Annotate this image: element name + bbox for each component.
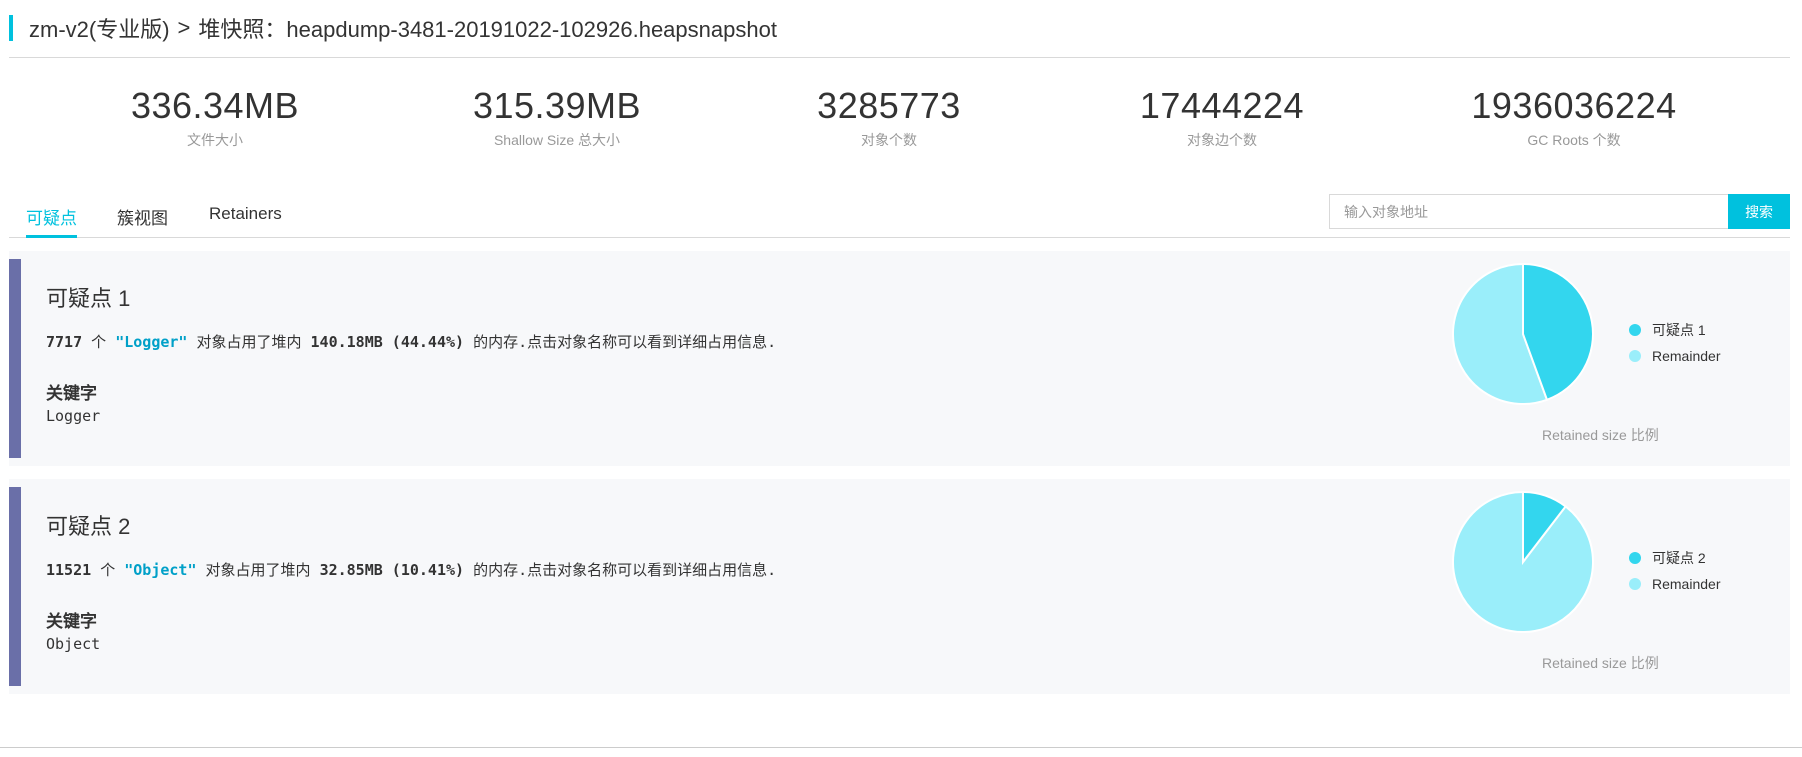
object-count: 11521 [46, 561, 92, 579]
retained-size-pie-chart [1452, 263, 1594, 405]
stat-value: 336.34MB [130, 85, 300, 126]
tab-cluster-view[interactable]: 簇视图 [117, 204, 168, 239]
suspect-description: 11521 个 "Object" 对象占用了堆内 32.85MB (10.41%… [46, 559, 776, 580]
tab-retainers[interactable]: Retainers [209, 204, 282, 234]
stat-shallow-size: 315.39MB Shallow Size 总大小 [417, 84, 697, 150]
retained-size-pie-chart [1452, 491, 1594, 633]
pie-legend: 可疑点 2 Remainder [1629, 545, 1720, 597]
description-suffix: 的内存.点击对象名称可以看到详细占用信息. [473, 561, 777, 579]
object-count: 7717 [46, 333, 83, 351]
breadcrumb-accent-bar [9, 15, 13, 41]
suspect-description: 7717 个 "Logger" 对象占用了堆内 140.18MB (44.44%… [46, 331, 776, 352]
keyword-heading: 关键字 [46, 384, 97, 403]
stat-file-size: 336.34MB 文件大小 [75, 84, 355, 150]
stat-object-count: 3285773 对象个数 [749, 84, 1029, 150]
pie-caption: Retained size 比例 [1542, 427, 1659, 443]
stat-value: 17444224 [1139, 85, 1305, 126]
breadcrumb: zm-v2(专业版) > 堆快照：heapdump-3481-20191022-… [9, 13, 777, 43]
retained-size: 32.85MB (10.41%) [319, 561, 465, 579]
keyword-value: Object [46, 635, 101, 653]
keyword-value: Logger [46, 407, 101, 425]
stat-label: Shallow Size 总大小 [493, 132, 621, 148]
legend-dot [1629, 552, 1641, 564]
legend-dot [1629, 578, 1641, 590]
card-accent-bar [9, 487, 21, 686]
stat-value: 1936036224 [1471, 85, 1677, 126]
footer-divider [0, 747, 1802, 748]
suspect-title: 可疑点 1 [46, 286, 131, 311]
legend-label: 可疑点 1 [1652, 322, 1706, 338]
suspect-card-2: 可疑点 2 11521 个 "Object" 对象占用了堆内 32.85MB (… [9, 479, 1790, 694]
keyword-heading: 关键字 [46, 612, 97, 631]
description-middle: 对象占用了堆内 [196, 333, 302, 351]
search-button[interactable]: 搜索 [1728, 194, 1790, 229]
legend-dot [1629, 350, 1641, 362]
summary-stats: 336.34MB 文件大小 315.39MB Shallow Size 总大小 … [9, 84, 1790, 164]
suspect-title: 可疑点 2 [46, 514, 131, 539]
pie-caption: Retained size 比例 [1542, 655, 1659, 671]
legend-item-remainder: Remainder [1629, 571, 1720, 597]
stat-label: 文件大小 [187, 132, 243, 148]
legend-item-remainder: Remainder [1629, 343, 1720, 369]
breadcrumb-separator: > [177, 15, 191, 40]
stat-label: GC Roots 个数 [1527, 132, 1621, 148]
legend-dot [1629, 324, 1641, 336]
object-address-search: 搜索 [1329, 194, 1790, 229]
stat-value: 315.39MB [472, 85, 642, 126]
description-middle: 对象占用了堆内 [205, 561, 311, 579]
legend-item-suspect: 可疑点 1 [1629, 317, 1720, 343]
object-address-input[interactable] [1329, 194, 1729, 229]
suspect-card-1: 可疑点 1 7717 个 "Logger" 对象占用了堆内 140.18MB (… [9, 251, 1790, 466]
card-accent-bar [9, 259, 21, 458]
tab-suspects[interactable]: 可疑点 [26, 204, 77, 238]
breadcrumb-app-link[interactable]: zm-v2(专业版) [29, 12, 170, 44]
legend-label: Remainder [1652, 348, 1721, 364]
count-unit: 个 [100, 561, 116, 579]
header-divider [9, 57, 1790, 58]
stat-edge-count: 17444224 对象边个数 [1082, 84, 1362, 150]
pie-legend: 可疑点 1 Remainder [1629, 317, 1720, 369]
page-title: 堆快照：heapdump-3481-20191022-102926.heapsn… [198, 17, 777, 42]
stat-gc-roots: 1936036224 GC Roots 个数 [1434, 84, 1714, 150]
legend-label: Remainder [1652, 576, 1721, 592]
stat-value: 3285773 [817, 85, 961, 126]
class-name-link[interactable]: "Object" [124, 561, 196, 579]
retained-size: 140.18MB (44.44%) [310, 333, 465, 351]
description-suffix: 的内存.点击对象名称可以看到详细占用信息. [473, 333, 777, 351]
legend-item-suspect: 可疑点 2 [1629, 545, 1720, 571]
count-unit: 个 [91, 333, 107, 351]
class-name-link[interactable]: "Logger" [115, 333, 187, 351]
legend-label: 可疑点 2 [1652, 550, 1706, 566]
stat-label: 对象个数 [861, 132, 917, 148]
stat-label: 对象边个数 [1187, 132, 1257, 148]
